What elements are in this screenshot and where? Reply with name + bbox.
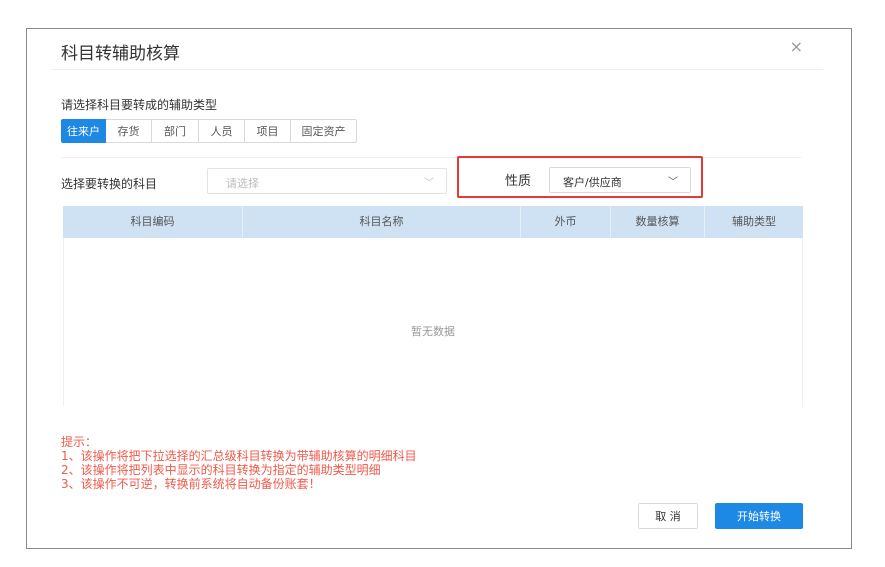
- tab-project[interactable]: 项目: [245, 119, 291, 143]
- subject-select-placeholder: 请选择: [226, 177, 259, 190]
- title-divider: [51, 69, 823, 70]
- tab-personnel[interactable]: 人员: [199, 119, 245, 143]
- start-conversion-button[interactable]: 开始转换: [715, 503, 803, 529]
- note-item: 2、该操作将把列表中显示的科目转换为指定的辅助类型明细: [61, 463, 381, 477]
- subject-conversion-dialog: 科目转辅助核算 × 请选择科目要转成的辅助类型 往来户 存货 部门 人员 项目 …: [26, 28, 852, 549]
- notes-heading: 提示：: [61, 435, 98, 449]
- empty-state-text: 暂无数据: [411, 325, 455, 338]
- table-body: [63, 238, 803, 406]
- column-header-aux-type: 辅助类型: [732, 215, 776, 228]
- aux-type-tabs: 往来户 存货 部门 人员 项目 固定资产: [61, 119, 357, 143]
- warning-notes: 提示： 1、该操作将把下拉选择的汇总级科目转换为带辅助核算的明细科目 2、该操作…: [61, 435, 417, 491]
- tab-inventory[interactable]: 存货: [106, 119, 152, 143]
- note-item: 3、该操作不可逆，转换前系统将自动备份账套！: [61, 477, 321, 491]
- chevron-down-icon: ﹀: [424, 178, 434, 189]
- column-header-currency: 外币: [521, 206, 611, 238]
- nature-select[interactable]: 客户/供应商 ﹀: [549, 167, 691, 193]
- column-header-quantity: 数量核算: [611, 206, 705, 238]
- subject-table: 科目编码 科目名称 外币 数量核算 辅助类型 暂无数据: [63, 206, 803, 406]
- conversion-type-prompt: 请选择科目要转成的辅助类型: [61, 98, 218, 112]
- nature-select-value: 客户/供应商: [563, 176, 622, 189]
- column-header-code: 科目编码: [63, 206, 243, 238]
- tab-contacts[interactable]: 往来户: [61, 119, 106, 143]
- cancel-button[interactable]: 取 消: [638, 503, 698, 529]
- nature-label: 性质: [505, 174, 532, 189]
- tab-department[interactable]: 部门: [152, 119, 199, 143]
- note-item: 1、该操作将把下拉选择的汇总级科目转换为带辅助核算的明细科目: [61, 449, 417, 463]
- column-header-name: 科目名称: [243, 206, 521, 238]
- dialog-title: 科目转辅助核算: [61, 44, 180, 64]
- close-icon[interactable]: ×: [790, 37, 803, 56]
- tab-fixed-assets[interactable]: 固定资产: [291, 119, 357, 143]
- subject-select-label: 选择要转换的科目: [61, 177, 158, 191]
- table-header: 科目编码 科目名称 外币 数量核算 辅助类型: [63, 206, 803, 238]
- chevron-down-icon: ﹀: [668, 177, 678, 188]
- subject-select[interactable]: 请选择 ﹀: [207, 168, 447, 194]
